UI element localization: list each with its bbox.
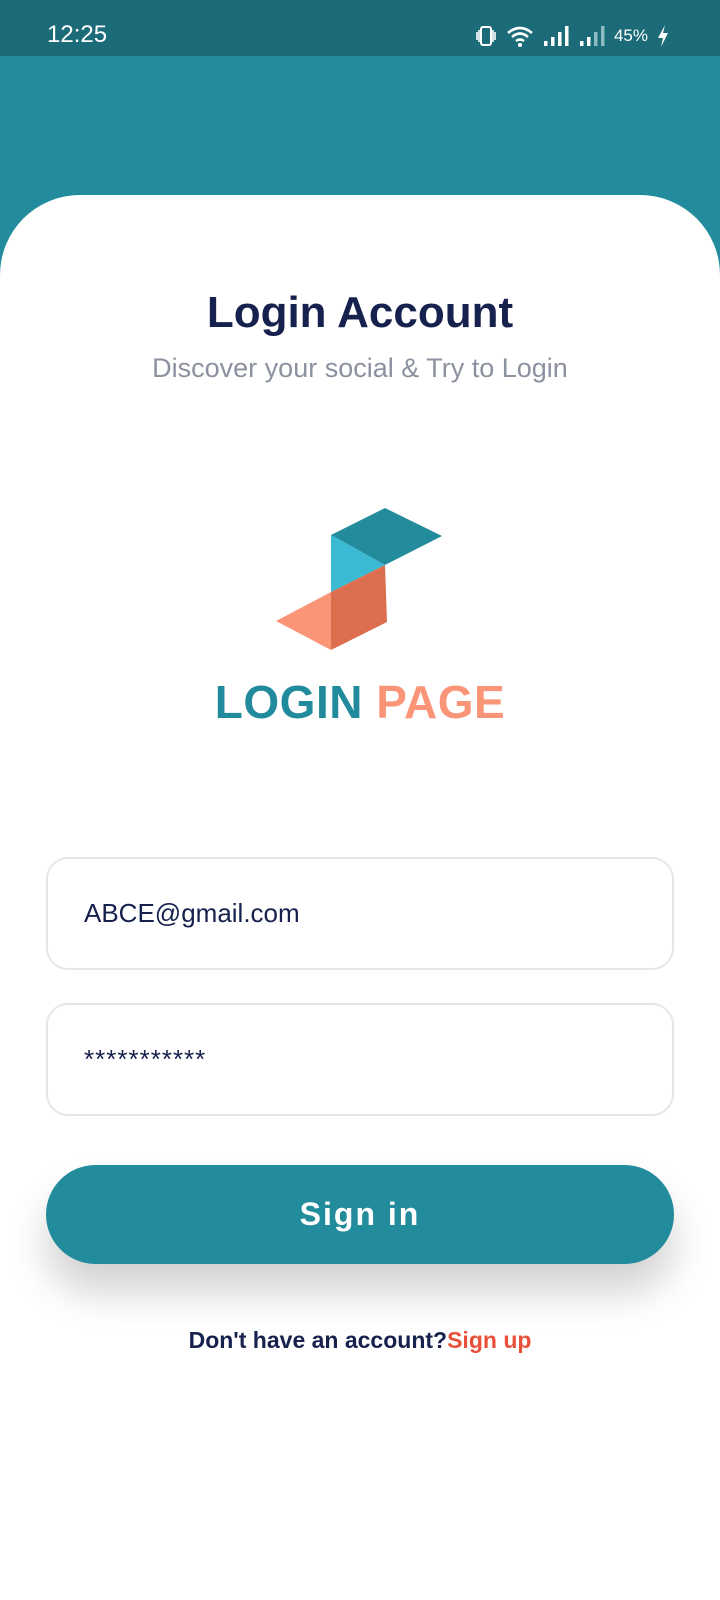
page-subtitle: Discover your social & Try to Login xyxy=(152,353,568,383)
status-icons: 45% xyxy=(474,22,670,50)
charging-icon xyxy=(656,24,670,48)
vibrate-icon xyxy=(474,24,498,48)
password-field[interactable]: *********** xyxy=(46,1003,674,1116)
logo-text: LOGIN PAGE xyxy=(0,676,720,728)
logo-mark-icon xyxy=(274,505,444,660)
login-screen: 12:25 45% Login Account Discover your so… xyxy=(0,0,720,1600)
signup-prompt: Don't have an account? xyxy=(188,1327,448,1353)
email-value: ABCE@gmail.com xyxy=(84,898,300,928)
password-value: *********** xyxy=(84,1044,207,1074)
signal-icon xyxy=(542,24,570,48)
wifi-icon xyxy=(506,24,534,48)
sign-in-button[interactable]: Sign in xyxy=(46,1165,674,1264)
page-title: Login Account xyxy=(206,288,514,337)
status-bar: 12:25 45% xyxy=(0,0,720,56)
status-time: 12:25 xyxy=(47,21,108,48)
sign-up-link[interactable]: Sign up xyxy=(447,1327,531,1353)
logo-word-page: PAGE xyxy=(376,676,506,728)
sign-in-label: Sign in xyxy=(299,1196,421,1232)
logo-word-login: LOGIN xyxy=(214,676,363,728)
signup-row: Don't have an account?Sign up xyxy=(0,1326,720,1354)
signal-weak-icon xyxy=(578,24,606,48)
battery-level: 45% xyxy=(613,26,648,45)
email-field[interactable]: ABCE@gmail.com xyxy=(46,857,674,970)
